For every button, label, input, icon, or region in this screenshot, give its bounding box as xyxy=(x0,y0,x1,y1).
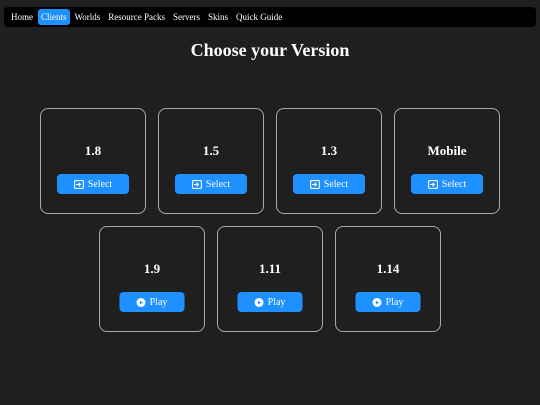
play-button[interactable]: Play xyxy=(119,292,185,312)
version-title: 1.8 xyxy=(84,143,102,158)
select-button[interactable]: Select xyxy=(175,174,247,194)
select-button-label: Select xyxy=(87,178,113,190)
play-button-label: Play xyxy=(385,296,404,308)
select-button[interactable]: Select xyxy=(293,174,365,194)
version-card-1-3: 1.3 Select xyxy=(276,108,382,214)
version-card-1-11: 1.11 Play xyxy=(217,226,323,332)
page-title: Choose your Version xyxy=(190,40,350,60)
select-button-label: Select xyxy=(205,178,231,190)
select-button[interactable]: Select xyxy=(411,174,483,194)
version-title: 1.14 xyxy=(376,261,400,276)
nav-item-home[interactable]: Home xyxy=(8,9,36,25)
select-button[interactable]: Select xyxy=(57,174,129,194)
version-title: 1.9 xyxy=(143,261,161,276)
sign-in-icon xyxy=(309,179,320,189)
select-button-label: Select xyxy=(323,178,349,190)
version-card-1-5: 1.5 Select xyxy=(158,108,264,214)
nav-item-quick-guide[interactable]: Quick Guide xyxy=(233,9,285,25)
version-card-mobile: Mobile Select xyxy=(394,108,500,214)
nav-item-skins[interactable]: Skins xyxy=(205,9,231,25)
play-button[interactable]: Play xyxy=(237,292,303,312)
play-button[interactable]: Play xyxy=(355,292,421,312)
version-title: 1.5 xyxy=(202,143,220,158)
version-title: Mobile xyxy=(427,143,467,158)
play-circle-icon xyxy=(254,297,264,307)
version-card-1-8: 1.8 Select xyxy=(40,108,146,214)
nav-item-resource-packs[interactable]: Resource Packs xyxy=(105,9,168,25)
play-button-label: Play xyxy=(267,296,286,308)
play-circle-icon xyxy=(372,297,382,307)
select-button-label: Select xyxy=(441,178,467,190)
version-card-1-14: 1.14 Play xyxy=(335,226,441,332)
nav-item-clients[interactable]: Clients xyxy=(38,9,70,25)
sign-in-icon xyxy=(191,179,202,189)
version-title: 1.11 xyxy=(258,261,282,276)
version-title: 1.3 xyxy=(320,143,338,158)
sign-in-icon xyxy=(73,179,84,189)
sign-in-icon xyxy=(427,179,438,189)
version-card-1-9: 1.9 Play xyxy=(99,226,205,332)
play-circle-icon xyxy=(136,297,146,307)
nav-item-servers[interactable]: Servers xyxy=(170,9,203,25)
nav-item-worlds[interactable]: Worlds xyxy=(72,9,104,25)
top-navbar: Home Clients Worlds Resource Packs Serve… xyxy=(4,7,536,27)
play-button-label: Play xyxy=(149,296,168,308)
